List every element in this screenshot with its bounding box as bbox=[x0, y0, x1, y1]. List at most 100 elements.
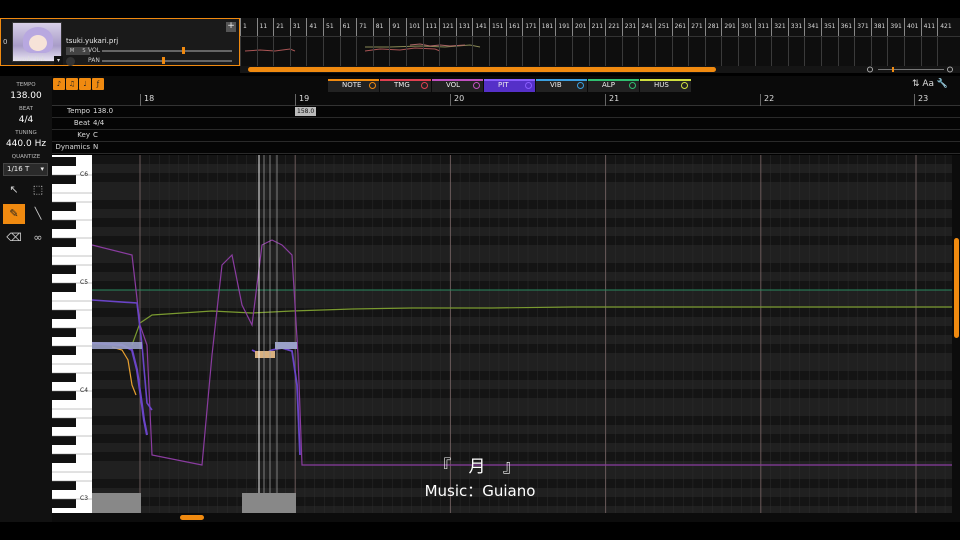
singer-dropdown-icon[interactable]: ▾ bbox=[54, 56, 63, 65]
key-row[interactable] bbox=[52, 130, 960, 142]
overview-zoom-slider[interactable] bbox=[866, 66, 956, 73]
tab-label: PIT bbox=[498, 81, 509, 89]
measure-tick: 411 bbox=[920, 18, 935, 36]
quantize-label: QUANTIZE bbox=[11, 154, 41, 160]
octave-label: C4 bbox=[80, 387, 89, 394]
pitch-row bbox=[92, 281, 952, 290]
chevron-down-icon: ▾ bbox=[40, 165, 44, 173]
volume-label: VOL bbox=[88, 47, 101, 54]
tab-label: HUS bbox=[654, 81, 669, 89]
bar-number: 20 bbox=[450, 94, 464, 106]
pitch-row bbox=[92, 335, 952, 344]
octave-label: C6 bbox=[80, 171, 89, 178]
tab-label: VOL bbox=[446, 81, 461, 89]
pitch-row bbox=[92, 380, 952, 389]
bar-number: 22 bbox=[760, 94, 774, 106]
arrow-tool-icon[interactable]: ↖ bbox=[3, 180, 25, 200]
tab-label: VIB bbox=[550, 81, 562, 89]
eye-icon[interactable] bbox=[629, 82, 636, 89]
record-button[interactable] bbox=[66, 57, 75, 66]
pitch-row bbox=[92, 308, 952, 317]
measure-tick: 201 bbox=[572, 18, 586, 36]
eye-icon[interactable] bbox=[421, 82, 428, 89]
volume-slider[interactable] bbox=[102, 50, 232, 52]
phoneme-icon[interactable]: ♩ bbox=[79, 78, 91, 90]
tab-note[interactable]: NOTE bbox=[328, 79, 379, 92]
track-number: 0 bbox=[3, 38, 8, 46]
measure-tick: 191 bbox=[555, 18, 570, 36]
tab-label: NOTE bbox=[342, 81, 362, 89]
pitch-row bbox=[92, 164, 952, 173]
measure-tick: 1 bbox=[240, 18, 247, 36]
eye-icon[interactable] bbox=[681, 82, 688, 89]
tempo-row[interactable] bbox=[52, 106, 960, 118]
measure-tick: 151 bbox=[489, 18, 503, 36]
volume-slider-knob[interactable] bbox=[182, 47, 185, 54]
song-ruler[interactable]: 1 11 21 31 41 51 61 71 81 91 101 111 121 131 141 151 161… bbox=[240, 18, 960, 36]
pitch-row bbox=[92, 200, 952, 209]
beat-value[interactable]: 4/4 bbox=[0, 115, 52, 125]
pan-label: PAN bbox=[88, 57, 100, 64]
beat-row[interactable] bbox=[52, 118, 960, 130]
select-tool-icon[interactable]: ⬚ bbox=[27, 180, 49, 200]
tempo-label: TEMPO bbox=[16, 82, 36, 88]
measure-tick: 111 bbox=[422, 18, 437, 36]
pitch-row bbox=[92, 443, 952, 452]
black-key bbox=[52, 157, 76, 166]
tuning-value[interactable]: 440.0 Hz bbox=[0, 139, 52, 149]
tempo-marker[interactable]: 158.0 bbox=[295, 107, 317, 116]
singer-name: Yuzuki Yuk bbox=[14, 56, 46, 63]
bar-ruler[interactable] bbox=[52, 92, 960, 106]
pitch-row bbox=[92, 398, 952, 407]
measure-tick: 91 bbox=[389, 18, 400, 36]
note-block bbox=[255, 351, 275, 358]
view-options-icons[interactable]: ⇅ Aa 🔧 bbox=[912, 79, 948, 89]
pan-slider[interactable] bbox=[102, 60, 232, 62]
pitch-row bbox=[92, 236, 952, 245]
dynamics-row[interactable] bbox=[52, 142, 960, 154]
measure-tick: 361 bbox=[837, 18, 852, 36]
pitch-row bbox=[92, 416, 952, 425]
eraser-tool-icon[interactable]: ⌫ bbox=[3, 228, 25, 248]
measure-tick: 181 bbox=[538, 18, 553, 36]
pencil-tool-icon[interactable]: ✎ bbox=[3, 204, 25, 224]
line-tool-icon[interactable]: ╲ bbox=[27, 204, 49, 224]
note-tool-icon[interactable]: ♪ bbox=[53, 78, 65, 90]
measure-tick: 421 bbox=[937, 18, 952, 36]
note-edit-icon[interactable]: ♫ bbox=[66, 78, 78, 90]
overview-scroll-thumb[interactable] bbox=[248, 67, 716, 72]
black-key bbox=[52, 310, 76, 319]
link-tool-icon[interactable]: ∞ bbox=[27, 228, 49, 248]
black-key bbox=[52, 346, 76, 355]
eye-icon[interactable] bbox=[525, 82, 532, 89]
measure-tick: 251 bbox=[655, 18, 669, 36]
add-track-button[interactable]: + bbox=[226, 22, 236, 32]
dynamics-icon[interactable]: ƒ bbox=[92, 78, 104, 90]
tab-label: TMG bbox=[394, 81, 410, 89]
tab-alp[interactable]: ALP bbox=[588, 79, 639, 92]
horizontal-scroll-thumb[interactable] bbox=[180, 515, 204, 520]
tab-pit[interactable]: PIT bbox=[484, 79, 535, 92]
tempo-value[interactable]: 138.00 bbox=[0, 91, 52, 101]
tab-vib[interactable]: VIB bbox=[536, 79, 587, 92]
tab-vol[interactable]: VOL bbox=[432, 79, 483, 92]
tab-tmg[interactable]: TMG bbox=[380, 79, 431, 92]
measure-tick: 321 bbox=[771, 18, 786, 36]
beat-row-value: 4/4 bbox=[93, 119, 105, 127]
pan-slider-knob[interactable] bbox=[162, 57, 165, 64]
vertical-scroll-thumb[interactable] bbox=[954, 238, 959, 338]
quantize-select[interactable]: 1/16 T ▾ bbox=[3, 163, 48, 176]
measure-tick: 301 bbox=[738, 18, 752, 36]
measure-tick: 241 bbox=[638, 18, 653, 36]
mute-button[interactable]: M bbox=[66, 47, 78, 55]
track-overview[interactable] bbox=[240, 36, 960, 67]
tab-hus[interactable]: HUS bbox=[640, 79, 691, 92]
black-key bbox=[52, 328, 76, 337]
octave-label: C5 bbox=[80, 279, 89, 286]
eye-icon[interactable] bbox=[577, 82, 584, 89]
eye-icon[interactable] bbox=[473, 82, 480, 89]
music-credit-caption: Music：Guiano bbox=[424, 482, 536, 500]
eye-icon[interactable] bbox=[369, 82, 376, 89]
pitch-row bbox=[92, 344, 952, 353]
measure-tick: 401 bbox=[904, 18, 918, 36]
